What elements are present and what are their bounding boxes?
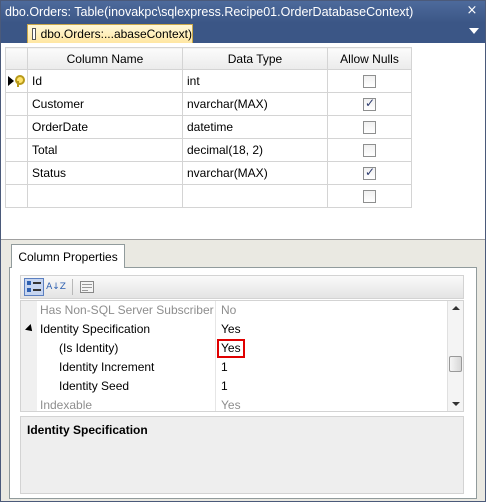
allow-nulls-checkbox[interactable] <box>363 121 376 135</box>
tab-column-properties[interactable]: Column Properties <box>11 244 125 268</box>
scroll-down-icon[interactable] <box>452 402 460 406</box>
property-value[interactable]: Yes <box>216 396 241 411</box>
allow-nulls-header: Allow Nulls <box>327 47 412 70</box>
allow-nulls-cell <box>327 138 412 162</box>
alphabetical-button[interactable]: A↓Z <box>46 278 66 296</box>
property-name: Has Non-SQL Server Subscriber <box>37 301 216 320</box>
property-description-title: Identity Specification <box>27 423 148 437</box>
property-row[interactable]: Has Non-SQL Server Subscriber No <box>21 301 448 320</box>
toolbar-separator <box>72 279 73 295</box>
allow-nulls-checkbox[interactable] <box>363 190 376 204</box>
column-name-cell[interactable] <box>27 184 183 208</box>
table-row[interactable]: Customer nvarchar(MAX) <box>5 92 412 116</box>
tab-column-properties-label: Column Properties <box>18 249 118 264</box>
property-name: Identity Increment <box>37 358 216 377</box>
expand-collapse-icon[interactable] <box>25 324 35 334</box>
property-name: Identity Seed <box>37 377 216 396</box>
property-gutter <box>21 358 37 377</box>
property-gutter <box>21 396 37 411</box>
allow-nulls-cell <box>327 161 412 185</box>
property-row[interactable]: Identity Increment 1 <box>21 358 448 377</box>
column-properties-panel: A↓Z Has Non-SQL Server Subscriber No Ide… <box>9 267 477 499</box>
primary-key-icon <box>6 73 25 89</box>
properties-toolbar: A↓Z <box>20 275 464 299</box>
document-icon <box>32 28 36 40</box>
allow-nulls-cell <box>327 92 412 116</box>
close-icon[interactable]: × <box>465 4 479 18</box>
property-pages-icon <box>80 281 94 293</box>
property-row[interactable]: Indexable Yes <box>21 396 448 411</box>
property-value[interactable]: Yes <box>216 339 245 358</box>
document-tab[interactable]: dbo.Orders:...abaseContext) <box>27 24 193 43</box>
row-selector[interactable] <box>5 161 28 185</box>
document-tab-strip: dbo.Orders:...abaseContext) <box>1 23 485 43</box>
row-selector[interactable] <box>5 92 28 116</box>
document-tab-label: dbo.Orders:...abaseContext) <box>40 27 192 41</box>
scroll-up-icon[interactable] <box>452 306 460 310</box>
table-row[interactable]: Status nvarchar(MAX) <box>5 161 412 185</box>
columns-designer: Column Name Data Type Allow Nulls Id int <box>1 43 485 239</box>
allow-nulls-cell <box>327 115 412 139</box>
highlighted-value: Yes <box>217 339 245 358</box>
chevron-down-icon[interactable] <box>469 28 479 34</box>
property-pages-button[interactable] <box>77 278 97 296</box>
columns-grid: Column Name Data Type Allow Nulls Id int <box>5 47 412 208</box>
table-row[interactable]: Total decimal(18, 2) <box>5 138 412 162</box>
property-row[interactable]: Identity Specification Yes <box>21 320 448 339</box>
properties-grid: Has Non-SQL Server Subscriber No Identit… <box>20 300 464 412</box>
row-selector[interactable] <box>5 184 28 208</box>
data-type-cell[interactable] <box>182 184 328 208</box>
allow-nulls-checkbox[interactable] <box>363 75 376 89</box>
column-name-cell[interactable]: Status <box>27 161 183 185</box>
allow-nulls-cell <box>327 69 412 93</box>
column-name-cell[interactable]: Customer <box>27 92 183 116</box>
table-designer-window: dbo.Orders: Table(inovakpc\sqlexpress.Re… <box>0 0 486 502</box>
column-properties-area: Column Properties A↓Z Has Non-SQL Server… <box>1 239 485 501</box>
row-selector[interactable] <box>5 69 28 93</box>
column-name-cell[interactable]: OrderDate <box>27 115 183 139</box>
row-selector[interactable] <box>5 138 28 162</box>
sort-alphabetical-icon: A↓Z <box>46 282 66 292</box>
row-selector[interactable] <box>5 115 28 139</box>
property-value[interactable]: No <box>216 301 236 320</box>
categorized-button[interactable] <box>24 278 44 296</box>
allow-nulls-checkbox[interactable] <box>363 144 376 158</box>
property-row[interactable]: Identity Seed 1 <box>21 377 448 396</box>
allow-nulls-cell <box>327 184 412 208</box>
property-gutter <box>21 320 37 339</box>
property-value[interactable]: 1 <box>216 377 228 396</box>
property-name: Identity Specification <box>37 320 216 339</box>
table-row[interactable]: Id int <box>5 69 412 93</box>
data-type-cell[interactable]: int <box>182 69 328 93</box>
property-name: (Is Identity) <box>37 339 216 358</box>
column-name-cell[interactable]: Total <box>27 138 183 162</box>
property-value[interactable]: 1 <box>216 358 228 377</box>
property-description-pane: Identity Specification <box>20 416 464 494</box>
column-name-cell[interactable]: Id <box>27 69 183 93</box>
data-type-header: Data Type <box>182 47 328 70</box>
property-name: Indexable <box>37 396 216 411</box>
grid-header-row: Column Name Data Type Allow Nulls <box>5 47 412 70</box>
property-row[interactable]: (Is Identity) Yes <box>21 339 448 358</box>
key-icon <box>14 75 25 87</box>
allow-nulls-checkbox[interactable] <box>363 96 376 112</box>
property-value[interactable]: Yes <box>216 320 241 339</box>
scroll-thumb[interactable] <box>449 356 462 372</box>
property-gutter <box>21 339 37 358</box>
window-title: dbo.Orders: Table(inovakpc\sqlexpress.Re… <box>5 5 414 19</box>
title-bar: dbo.Orders: Table(inovakpc\sqlexpress.Re… <box>1 1 485 23</box>
property-gutter <box>21 377 37 396</box>
column-name-header: Column Name <box>27 47 183 70</box>
properties-scrollbar[interactable] <box>447 301 463 411</box>
data-type-cell[interactable]: datetime <box>182 115 328 139</box>
data-type-cell[interactable]: decimal(18, 2) <box>182 138 328 162</box>
row-selector-header <box>5 47 28 70</box>
categorized-icon <box>27 281 41 292</box>
property-gutter <box>21 301 37 320</box>
data-type-cell[interactable]: nvarchar(MAX) <box>182 161 328 185</box>
table-row[interactable]: OrderDate datetime <box>5 115 412 139</box>
table-row[interactable] <box>5 184 412 208</box>
allow-nulls-checkbox[interactable] <box>363 165 376 181</box>
data-type-cell[interactable]: nvarchar(MAX) <box>182 92 328 116</box>
